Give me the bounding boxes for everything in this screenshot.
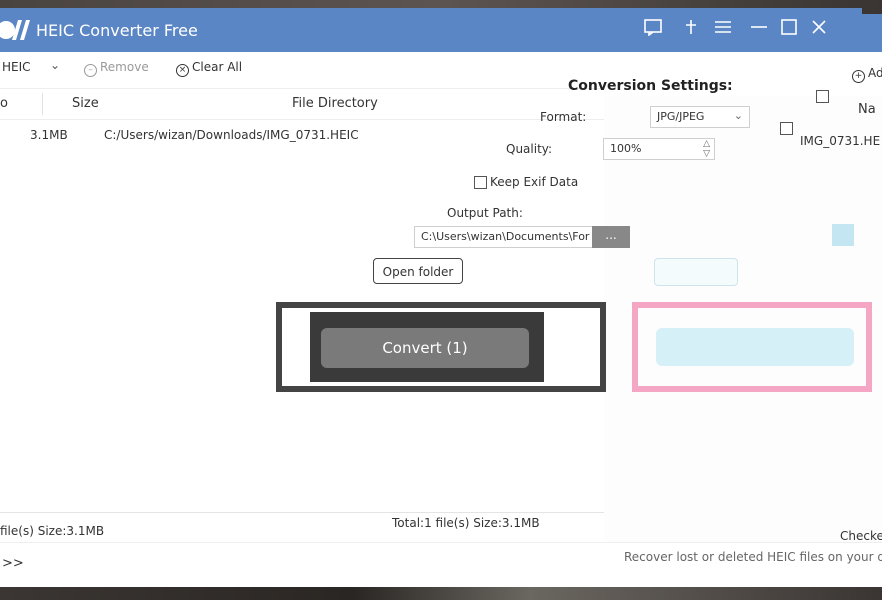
keep-exif-label: Keep Exif Data — [490, 175, 579, 189]
expand-icon[interactable]: >> — [2, 556, 24, 571]
stepper-arrows-icon[interactable]: △ ▽ — [703, 139, 710, 159]
feedback-icon[interactable] — [640, 18, 666, 42]
minimize-icon[interactable] — [746, 18, 772, 42]
select-all-checkbox[interactable] — [816, 90, 829, 103]
plus-icon: + — [852, 70, 865, 83]
secondary-browse-button[interactable] — [832, 224, 854, 246]
directory-cell: C:/Users/wizan/Downloads/IMG_0731.HEIC — [104, 128, 359, 142]
open-folder-button[interactable]: Open folder — [373, 258, 463, 284]
browse-button[interactable]: ... — [592, 226, 630, 248]
close-icon[interactable] — [806, 18, 832, 42]
add-file-button[interactable]: + Ad — [852, 66, 882, 83]
column-header-size[interactable]: Size — [72, 96, 99, 111]
highlight-frame — [632, 302, 872, 392]
checked-status: Checked — [840, 529, 882, 543]
keep-exif-checkbox[interactable] — [474, 176, 487, 189]
menu-icon[interactable] — [710, 18, 736, 42]
row-checkbox[interactable] — [780, 122, 793, 135]
column-header-directory[interactable]: File Directory — [292, 96, 378, 111]
footer — [0, 542, 882, 587]
input-format-select[interactable]: HEIC — [2, 60, 31, 74]
convert-button[interactable]: Convert (1) — [321, 328, 529, 368]
column-header-name[interactable]: o — [0, 96, 8, 111]
quality-stepper[interactable]: 100% △ ▽ — [603, 138, 715, 160]
remove-button[interactable]: – Remove — [84, 60, 149, 77]
titlebar: HEIC Converter Free — [0, 8, 862, 52]
app-title: HEIC Converter Free — [36, 21, 198, 40]
status-left: file(s) Size:3.1MB — [0, 524, 105, 538]
app-logo-icon — [0, 20, 30, 40]
pin-icon[interactable] — [678, 18, 704, 42]
maximize-icon[interactable] — [776, 18, 802, 42]
file-name-cell: IMG_0731.HE — [800, 134, 881, 148]
desktop-background-bottom — [0, 586, 882, 600]
name-column-header: Na — [858, 102, 876, 117]
size-cell: 3.1MB — [30, 128, 68, 142]
secondary-window: +Ad Na IMG_0731.HE Checked — [604, 14, 882, 586]
status-total: Total:1 file(s) Size:3.1MB — [392, 516, 540, 530]
close-circle-icon: × — [176, 64, 189, 77]
output-path-field[interactable]: C:\Users\wizan\Documents\For — [414, 226, 594, 248]
format-label: Format: — [540, 110, 587, 124]
chevron-down-icon[interactable]: ⌄ — [50, 58, 60, 72]
settings-title: Conversion Settings: — [568, 78, 733, 94]
secondary-open-folder-button[interactable] — [654, 258, 738, 286]
quality-label: Quality: — [506, 142, 553, 156]
toolbar: HEIC ⌄ – Remove × Clear All — [0, 52, 604, 86]
output-path-label: Output Path: — [447, 206, 523, 220]
clear-all-button[interactable]: × Clear All — [176, 60, 242, 77]
chevron-down-icon: ⌄ — [733, 109, 743, 122]
recover-files-link[interactable]: Recover lost or deleted HEIC files on yo… — [624, 550, 882, 564]
minus-icon: – — [84, 64, 97, 77]
output-format-select[interactable]: JPG/JPEG ⌄ — [650, 106, 750, 128]
column-divider[interactable] — [42, 93, 43, 115]
file-list-header: o Size File Directory — [0, 88, 604, 120]
